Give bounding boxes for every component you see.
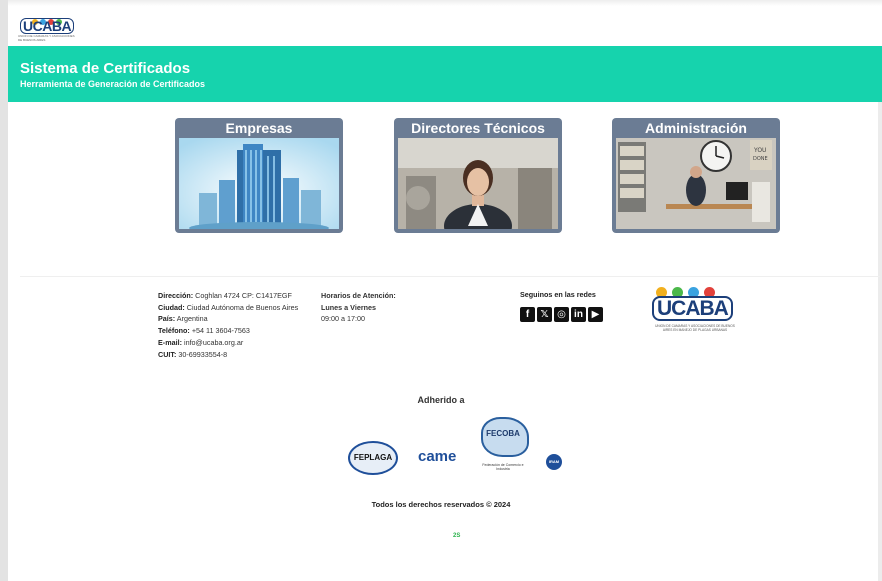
cuit-label: CUIT: (158, 349, 177, 359)
country-label: País: (158, 314, 176, 324)
fecoba-subtitle: Federación de Comercio e Industria (482, 463, 524, 471)
page-header: Sistema de Certificados Herramienta de G… (8, 46, 882, 102)
linkedin-icon[interactable]: in (571, 307, 586, 322)
svg-text:DONE: DONE (753, 156, 768, 162)
youtube-icon[interactable]: ▶ (588, 307, 603, 322)
ucaba-logo-small[interactable]: UCABA UNION DE CAMARAS Y ASOCIACIONES DE… (18, 12, 78, 42)
address-label: Dirección: (158, 291, 194, 300)
building-illustration (179, 138, 339, 229)
logo-wordmark: UCABA (20, 18, 75, 34)
page-title: Sistema de Certificados (20, 60, 191, 77)
address-value: Coghlan 4724 CP: C1417EGF (195, 291, 292, 300)
city-value: Ciudad Autónoma de Buenos Aires (186, 302, 299, 312)
card-administracion[interactable]: Administración YOU DONE (612, 118, 780, 233)
logo-tagline: UNION DE CAMARAS Y ASOCIACIONES DE BUENO… (18, 34, 75, 42)
feplaga-logo[interactable]: FEPLAGA (348, 441, 398, 475)
came-logo[interactable]: came (418, 448, 456, 465)
page-subtitle: Herramienta de Generación de Certificado… (20, 79, 206, 89)
logo-wordmark: UCABA (652, 296, 733, 321)
card-empresas-label: Empresas (225, 120, 293, 136)
phone-label: Teléfono: (158, 326, 190, 336)
email-label: E-mail: (158, 337, 182, 347)
top-bar: UCABA UNION DE CAMARAS Y ASOCIACIONES DE… (8, 6, 882, 46)
cuit-value: 30-69933554-8 (178, 349, 228, 359)
opening-hours: Horarios de Atención: Lunes a Viernes 09… (321, 290, 396, 325)
card-directores-tecnicos[interactable]: Directores Técnicos (394, 118, 562, 233)
developer-credit-link[interactable]: 2S (453, 533, 460, 539)
phone-value: +54 11 3604-7563 (191, 326, 250, 336)
iram-logo[interactable]: IRAM (546, 454, 562, 470)
x-icon[interactable]: 𝕏 (537, 307, 552, 322)
copyright: Todos los derechos reservados © 2024 (371, 500, 511, 509)
contact-info: Dirección: Coghlan 4724 CP: C1417EGF Ciu… (158, 290, 298, 360)
office-photo: YOU DONE (616, 138, 776, 229)
email-link[interactable]: info@ucaba.org.ar (184, 338, 243, 347)
instagram-icon[interactable]: ◎ (554, 307, 569, 322)
section-divider (20, 276, 880, 277)
iram-badge: IRAM (546, 454, 562, 470)
hours-time: 09:00 a 17:00 (321, 314, 365, 324)
window-edge-left (0, 0, 8, 581)
hours-days: Lunes a Viernes (321, 302, 376, 312)
adherido-heading: Adherido a (417, 395, 465, 405)
city-label: Ciudad: (158, 302, 185, 312)
country-value: Argentina (176, 314, 208, 324)
card-admin-label: Administración (645, 120, 747, 136)
fecoba-wordmark: FECOBA (486, 429, 520, 438)
hours-title: Horarios de Atención: (321, 291, 396, 300)
card-directores-label: Directores Técnicos (411, 120, 545, 136)
social-links: Seguinos en las redes f 𝕏 ◎ in ▶ (520, 290, 603, 322)
logo-tagline: UNION DE CAMARAS Y ASOCIACIONES DE BUENO… (655, 324, 735, 332)
ucaba-logo-footer[interactable]: UCABA UNION DE CAMARAS Y ASOCIACIONES DE… (650, 287, 740, 337)
card-empresas[interactable]: Empresas (175, 118, 343, 233)
social-title: Seguinos en las redes (520, 290, 596, 299)
came-wordmark: came (418, 448, 457, 465)
facebook-icon[interactable]: f (520, 307, 535, 322)
fecoba-logo[interactable]: FECOBA Federación de Comercio e Industri… (478, 417, 529, 479)
svg-text:YOU: YOU (753, 147, 766, 154)
technician-photo (398, 138, 558, 229)
